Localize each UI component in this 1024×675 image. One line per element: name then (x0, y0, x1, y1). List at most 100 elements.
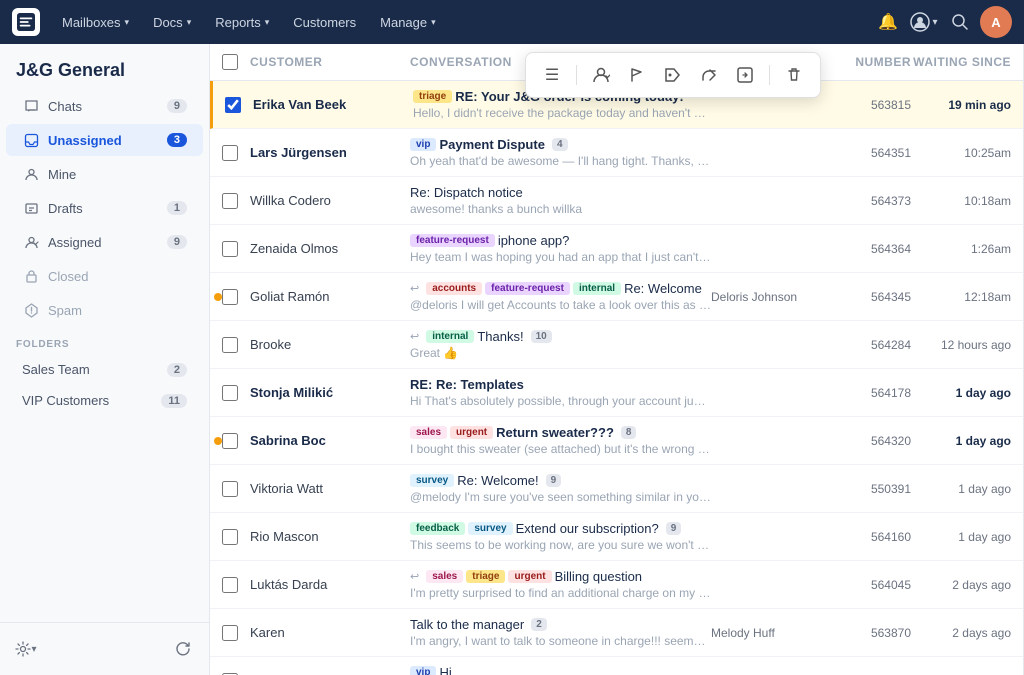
table-row[interactable]: Viktoria Watt survey Re: Welcome!9 @melo… (210, 465, 1023, 513)
unread-dot (214, 437, 222, 445)
message-count: 8 (621, 426, 637, 439)
label-icon[interactable] (657, 59, 689, 91)
tag-urgent: urgent (508, 570, 551, 583)
conversation-cell: salesurgent Return sweater???8 I bought … (410, 425, 711, 456)
conversation-preview: Oh yeah that'd be awesome — I'll hang ti… (410, 154, 711, 168)
inbox-icon (22, 131, 40, 149)
waiting-since: 1 day ago (911, 386, 1011, 400)
rows-container: Erika Van Beek triage RE: Your J&G order… (210, 81, 1023, 675)
sidebar-item-mine[interactable]: Mine (6, 158, 203, 190)
conversation-subject: Billing question (555, 569, 642, 584)
sidebar-item-sales-team[interactable]: Sales Team 2 (6, 355, 203, 384)
select-all-checkbox[interactable] (222, 54, 238, 70)
chevron-down-icon: ▾ (265, 17, 270, 28)
conversation-subject: Extend our subscription? (516, 521, 659, 536)
settings-button[interactable]: ▾ (10, 633, 42, 665)
message-count: 9 (546, 474, 562, 487)
conversation-cell: Talk to the manager2 I'm angry, I want t… (410, 617, 711, 648)
customer-name: Rio Mascon (250, 529, 410, 544)
waiting-since: 1 day ago (911, 530, 1011, 544)
row-checkbox[interactable] (222, 433, 238, 449)
nav-reports[interactable]: Reports ▾ (205, 9, 279, 36)
conversation-preview: Hey team I was hoping you had an app tha… (410, 250, 711, 264)
table-row[interactable]: Sabrina Boc salesurgent Return sweater??… (210, 417, 1023, 465)
row-checkbox[interactable] (222, 385, 238, 401)
conversation-number: 550391 (831, 482, 911, 496)
table-row[interactable]: Karen Talk to the manager2 I'm angry, I … (210, 609, 1023, 657)
tag-triage: triage (413, 90, 452, 103)
table-row[interactable]: info@jottstudio.dk vip Hi Hello there fr… (210, 657, 1023, 675)
user-avatar[interactable]: A (980, 6, 1012, 38)
nav-customers[interactable]: Customers (283, 9, 366, 36)
table-row[interactable]: Brooke ↩internal Thanks!10 Great 👍 56428… (210, 321, 1023, 369)
number-column-header: Number (831, 55, 911, 69)
nav-mailboxes[interactable]: Mailboxes ▾ (52, 9, 139, 36)
row-checkbox[interactable] (222, 481, 238, 497)
tag-internal: internal (573, 282, 621, 295)
customer-name: Lars Jürgensen (250, 145, 410, 160)
forward-icon[interactable] (693, 59, 725, 91)
sidebar-item-chats[interactable]: Chats 9 (6, 90, 203, 122)
table-row[interactable]: Willka Codero Re: Dispatch notice awesom… (210, 177, 1023, 225)
nav-docs[interactable]: Docs ▾ (143, 9, 201, 36)
account-menu-button[interactable]: ▾ (908, 6, 940, 38)
nav-manage[interactable]: Manage ▾ (370, 9, 446, 36)
waiting-since: 10:18am (911, 194, 1011, 208)
conversation-subject: Re: Welcome (624, 281, 702, 296)
tag-list: Re: Dispatch notice (410, 185, 711, 200)
conversation-number: 564320 (831, 434, 911, 448)
table-row[interactable]: Zenaida Olmos feature-request iphone app… (210, 225, 1023, 273)
conversation-number: 563870 (831, 626, 911, 640)
sidebar-item-spam[interactable]: Spam (6, 294, 203, 326)
sidebar-item-assigned[interactable]: Assigned 9 (6, 226, 203, 258)
table-row[interactable]: Lars Jürgensen vip Payment Dispute4 Oh y… (210, 129, 1023, 177)
table-row[interactable]: Goliat Ramón ↩accountsfeature-requestint… (210, 273, 1023, 321)
conversation-cell: ↩internal Thanks!10 Great 👍 (410, 329, 711, 360)
conversation-preview: awesome! thanks a bunch willka (410, 202, 711, 216)
assign-icon[interactable] (585, 59, 617, 91)
row-checkbox[interactable] (222, 241, 238, 257)
row-checkbox[interactable] (222, 145, 238, 161)
delete-icon[interactable] (778, 59, 810, 91)
row-checkbox[interactable] (222, 337, 238, 353)
sidebar-item-drafts[interactable]: Drafts 1 (6, 192, 203, 224)
customer-name: Willka Codero (250, 193, 410, 208)
table-row[interactable]: Stonja Milikić RE: Re: Templates Hi That… (210, 369, 1023, 417)
row-checkbox[interactable] (222, 529, 238, 545)
table-row[interactable]: Luktás Darda ↩salestriageurgent Billing … (210, 561, 1023, 609)
row-checkbox[interactable] (222, 625, 238, 641)
refresh-button[interactable] (167, 633, 199, 665)
waiting-column-header: Waiting Since (911, 55, 1011, 69)
customer-name-cell: Lars Jürgensen (250, 145, 410, 160)
notifications-button[interactable]: 🔔 (872, 6, 904, 38)
row-checkbox[interactable] (222, 193, 238, 209)
conversation-subject: Thanks! (477, 329, 523, 344)
sidebar-item-unassigned[interactable]: Unassigned 3 (6, 124, 203, 156)
logo[interactable] (12, 8, 40, 36)
customer-name-cell: Luktás Darda (250, 577, 410, 592)
flag-icon[interactable] (621, 59, 653, 91)
conversation-number: 563815 (831, 98, 911, 112)
search-button[interactable] (944, 6, 976, 38)
row-checkbox[interactable] (225, 97, 241, 113)
customer-name: Stonja Milikić (250, 385, 410, 400)
assigned-agent: Melody Huff (711, 626, 831, 640)
tag-sales: sales (426, 570, 463, 583)
conversation-number: 564351 (831, 146, 911, 160)
move-icon[interactable] (729, 59, 761, 91)
row-checkbox[interactable] (222, 577, 238, 593)
conversation-number: 564160 (831, 530, 911, 544)
sidebar-item-closed[interactable]: Closed (6, 260, 203, 292)
row-checkbox[interactable] (222, 289, 238, 305)
sidebar: J&G General Chats 9 Unassigned 3 Mine (0, 44, 210, 675)
closed-icon (22, 267, 40, 285)
table-row[interactable]: Rio Mascon feedbacksurvey Extend our sub… (210, 513, 1023, 561)
tag-list: vip Hi (410, 665, 711, 675)
message-count: 9 (666, 522, 682, 535)
sidebar-item-vip-customers[interactable]: VIP Customers 11 (6, 386, 203, 415)
menu-icon[interactable]: ☰ (536, 59, 568, 91)
reply-icon: ↩ (410, 570, 419, 583)
top-nav: Mailboxes ▾ Docs ▾ Reports ▾ Customers M… (0, 0, 1024, 44)
divider (769, 65, 770, 85)
tag-sales: sales (410, 426, 447, 439)
